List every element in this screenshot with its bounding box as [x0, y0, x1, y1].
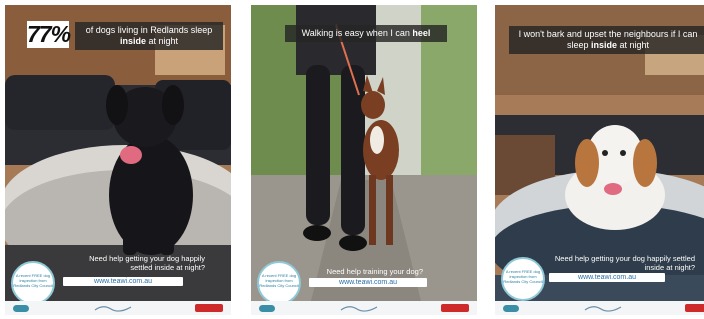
partner-logo-icon: [441, 304, 469, 312]
sponsor-logo-icon: [94, 306, 132, 312]
headline-banner: I won't bark and upset the neighbours if…: [509, 26, 704, 54]
call-to-action-text: Need help getting your dog happily settl…: [89, 254, 205, 272]
website-link[interactable]: www.teawi.com.au: [309, 278, 427, 287]
poster-footer: [495, 301, 704, 315]
call-to-action-text: Need help getting your dog happily settl…: [554, 254, 695, 272]
poster-footer: [251, 301, 477, 315]
poster-footer: [5, 301, 231, 315]
headline-banner: Walking is easy when I can heel: [285, 25, 447, 42]
sponsor-logo-icon: [584, 306, 622, 312]
council-logo-icon: [503, 305, 519, 312]
sponsor-logo-icon: [340, 306, 378, 312]
council-logo-icon: [13, 305, 29, 312]
headline-banner: of dogs living in Redlands sleep inside …: [75, 22, 223, 50]
partner-logo-icon: [195, 304, 223, 312]
website-link[interactable]: www.teawi.com.au: [549, 273, 665, 282]
dog-walking-photo: [251, 5, 477, 301]
poster-no-barking: I won't bark and upset the neighbours if…: [495, 5, 704, 315]
inspection-badge: A recent FREE dog inspection from Redlan…: [501, 257, 545, 301]
website-link[interactable]: www.teawi.com.au: [63, 277, 183, 286]
statistic-badge: 77%: [27, 21, 71, 48]
partner-logo-icon: [685, 304, 704, 312]
poster-walking-heel: Walking is easy when I can heel Need hel…: [251, 5, 477, 315]
inspection-badge: A recent FREE dog inspection from Redlan…: [257, 261, 301, 305]
poster-sleep-inside: 77% of dogs living in Redlands sleep ins…: [5, 5, 231, 315]
call-to-action-text: Need help training your dog?: [326, 267, 423, 276]
council-logo-icon: [259, 305, 275, 312]
inspection-badge: A recent FREE dog inspection from Redlan…: [11, 261, 55, 305]
